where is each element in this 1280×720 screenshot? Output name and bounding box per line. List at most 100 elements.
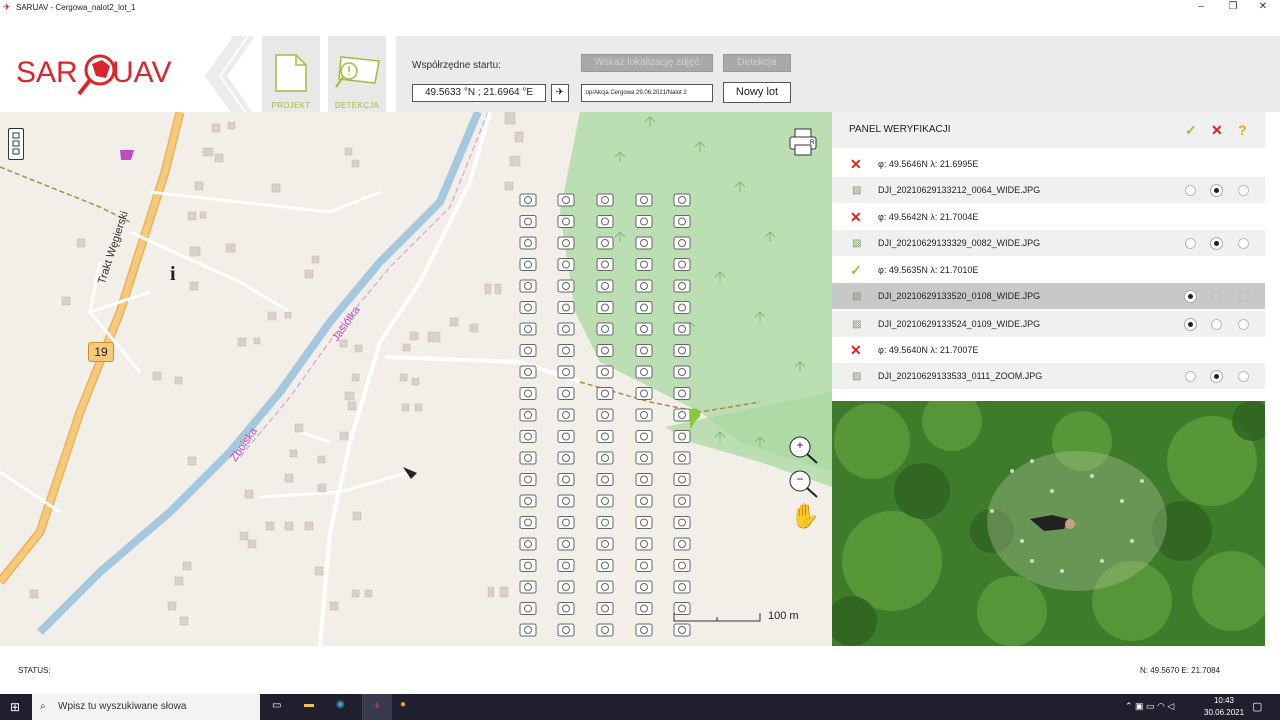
photo-marker-icon[interactable] — [519, 344, 537, 357]
photo-marker-icon[interactable] — [673, 451, 691, 465]
photo-marker-icon[interactable] — [635, 430, 653, 443]
photo-marker-icon[interactable] — [596, 408, 614, 422]
start-coords-field[interactable]: 49.5633 °N ; 21.6964 °E — [412, 84, 546, 102]
radio-reject[interactable] — [1211, 319, 1222, 330]
print-button[interactable]: R — [789, 127, 817, 157]
radio-confirm[interactable] — [1185, 291, 1196, 302]
photo-marker-icon[interactable] — [557, 537, 575, 551]
radio-unknown[interactable] — [1238, 185, 1249, 196]
photo-marker-icon[interactable] — [596, 430, 614, 443]
photo-marker-icon[interactable] — [673, 516, 691, 529]
photo-marker-icon[interactable] — [596, 537, 614, 551]
radio-reject[interactable] — [1211, 238, 1222, 249]
photo-marker-icon[interactable] — [673, 623, 691, 637]
photo-marker-icon[interactable] — [519, 473, 537, 486]
photo-marker-icon[interactable] — [673, 344, 691, 357]
detection-entry[interactable]: ✕ φ: 49.5640N λ: 21.7007E — [832, 337, 1265, 363]
photo-marker-icon[interactable] — [519, 387, 537, 400]
photo-marker-icon[interactable] — [557, 516, 575, 529]
photo-marker-icon[interactable] — [557, 559, 575, 572]
layers-button[interactable] — [8, 128, 24, 160]
image-row[interactable]: ▨ DJI_20210629133329_0082_WIDE.JPG — [832, 230, 1265, 256]
unknown-all-icon[interactable]: ? — [1238, 112, 1247, 148]
photo-marker-icon[interactable] — [519, 494, 537, 508]
photo-marker-icon[interactable] — [519, 516, 537, 529]
photo-marker-icon[interactable] — [673, 365, 691, 379]
photo-marker-icon[interactable] — [596, 559, 614, 572]
nav-detection-button[interactable]: DETEKCJA — [328, 36, 386, 116]
photo-marker-icon[interactable] — [635, 473, 653, 486]
photo-marker-icon[interactable] — [673, 494, 691, 508]
photo-marker-icon[interactable] — [635, 258, 653, 271]
photo-marker-icon[interactable] — [596, 193, 614, 207]
photo-marker-icon[interactable] — [635, 559, 653, 572]
windows-start-icon[interactable]: ⊞ — [10, 700, 20, 714]
photo-marker-icon[interactable] — [635, 516, 653, 529]
radio-reject[interactable] — [1211, 185, 1222, 196]
photo-marker-icon[interactable] — [635, 193, 653, 207]
photo-marker-icon[interactable] — [635, 236, 653, 250]
pan-hand-button[interactable]: ✋ — [790, 502, 820, 532]
photo-marker-icon[interactable] — [596, 580, 614, 594]
photo-marker-icon[interactable] — [673, 580, 691, 594]
aerial-photo-preview[interactable] — [832, 401, 1265, 646]
photo-marker-icon[interactable] — [596, 387, 614, 400]
photo-marker-icon[interactable] — [673, 559, 691, 572]
file-explorer-icon[interactable]: ▬ — [304, 699, 314, 710]
photo-marker-icon[interactable] — [557, 322, 575, 336]
photo-marker-icon[interactable] — [596, 516, 614, 529]
radio-unknown[interactable] — [1238, 291, 1249, 302]
photo-marker-icon[interactable] — [596, 279, 614, 293]
radio-unknown[interactable] — [1238, 238, 1249, 249]
photo-marker-icon[interactable] — [557, 236, 575, 250]
photo-marker-icon[interactable] — [519, 258, 537, 271]
photo-marker-icon[interactable] — [557, 623, 575, 637]
photo-marker-icon[interactable] — [635, 215, 653, 228]
photo-marker-icon[interactable] — [673, 301, 691, 314]
radio-unknown[interactable] — [1238, 371, 1249, 382]
nav-project-button[interactable]: PROJEKT — [262, 36, 320, 116]
photo-marker-icon[interactable] — [673, 236, 691, 250]
photo-marker-icon[interactable] — [557, 258, 575, 271]
photo-marker-icon[interactable] — [519, 580, 537, 594]
photo-marker-icon[interactable] — [673, 537, 691, 551]
image-row[interactable]: ▨ DJI_20210629133524_0109_WIDE.JPG — [832, 311, 1265, 337]
photo-marker-icon[interactable] — [673, 322, 691, 336]
photo-marker-icon[interactable] — [673, 602, 691, 615]
photo-marker-icon[interactable] — [557, 344, 575, 357]
photo-marker-icon[interactable] — [635, 301, 653, 314]
photo-marker-icon[interactable] — [519, 602, 537, 615]
tray-icons[interactable]: ⌃ ▣ ▭ ◠ ◁ — [1125, 701, 1174, 712]
photo-marker-icon[interactable] — [596, 301, 614, 314]
image-row[interactable]: ▨ DJI_20210629133212_0064_WIDE.JPG — [832, 177, 1265, 203]
photo-marker-icon[interactable] — [519, 408, 537, 422]
photo-marker-icon[interactable] — [673, 279, 691, 293]
edge-icon[interactable]: ◉ — [336, 699, 345, 710]
photo-marker-icon[interactable] — [557, 451, 575, 465]
photo-marker-icon[interactable] — [673, 408, 691, 422]
photo-marker-icon[interactable] — [673, 473, 691, 486]
detect-button[interactable]: Detekcja — [723, 54, 791, 72]
zoom-out-button[interactable]: − — [788, 470, 818, 498]
photo-marker-icon[interactable] — [596, 473, 614, 486]
task-view-icon[interactable]: ▭ — [272, 700, 281, 711]
photo-marker-icon[interactable] — [635, 408, 653, 422]
photo-marker-icon[interactable] — [596, 365, 614, 379]
photo-marker-icon[interactable] — [673, 215, 691, 228]
photo-marker-icon[interactable] — [519, 365, 537, 379]
radio-reject[interactable] — [1211, 371, 1222, 382]
radio-confirm[interactable] — [1185, 238, 1196, 249]
photo-marker-icon[interactable] — [519, 623, 537, 637]
folder-path-field[interactable]: :op/Akcja Cergowa 29.06.2021/Nalot 2 — [581, 84, 713, 102]
radio-confirm[interactable] — [1185, 185, 1196, 196]
photo-marker-icon[interactable] — [635, 279, 653, 293]
photo-marker-icon[interactable] — [596, 215, 614, 228]
photo-marker-icon[interactable] — [519, 215, 537, 228]
photo-marker-icon[interactable] — [673, 193, 691, 207]
photo-marker-icon[interactable] — [557, 430, 575, 443]
confirm-all-icon[interactable]: ✓ — [1185, 112, 1197, 148]
map-view[interactable]: i Trakt Węgierski 19 Jasiółka Zboiska 10… — [0, 112, 832, 646]
saruav-taskbar-icon[interactable]: ✈ — [362, 694, 392, 720]
pick-location-button[interactable]: ✈ — [551, 84, 569, 102]
detection-entry[interactable]: ✓ φ: 49.5635N λ: 21.7010E — [832, 257, 1265, 283]
